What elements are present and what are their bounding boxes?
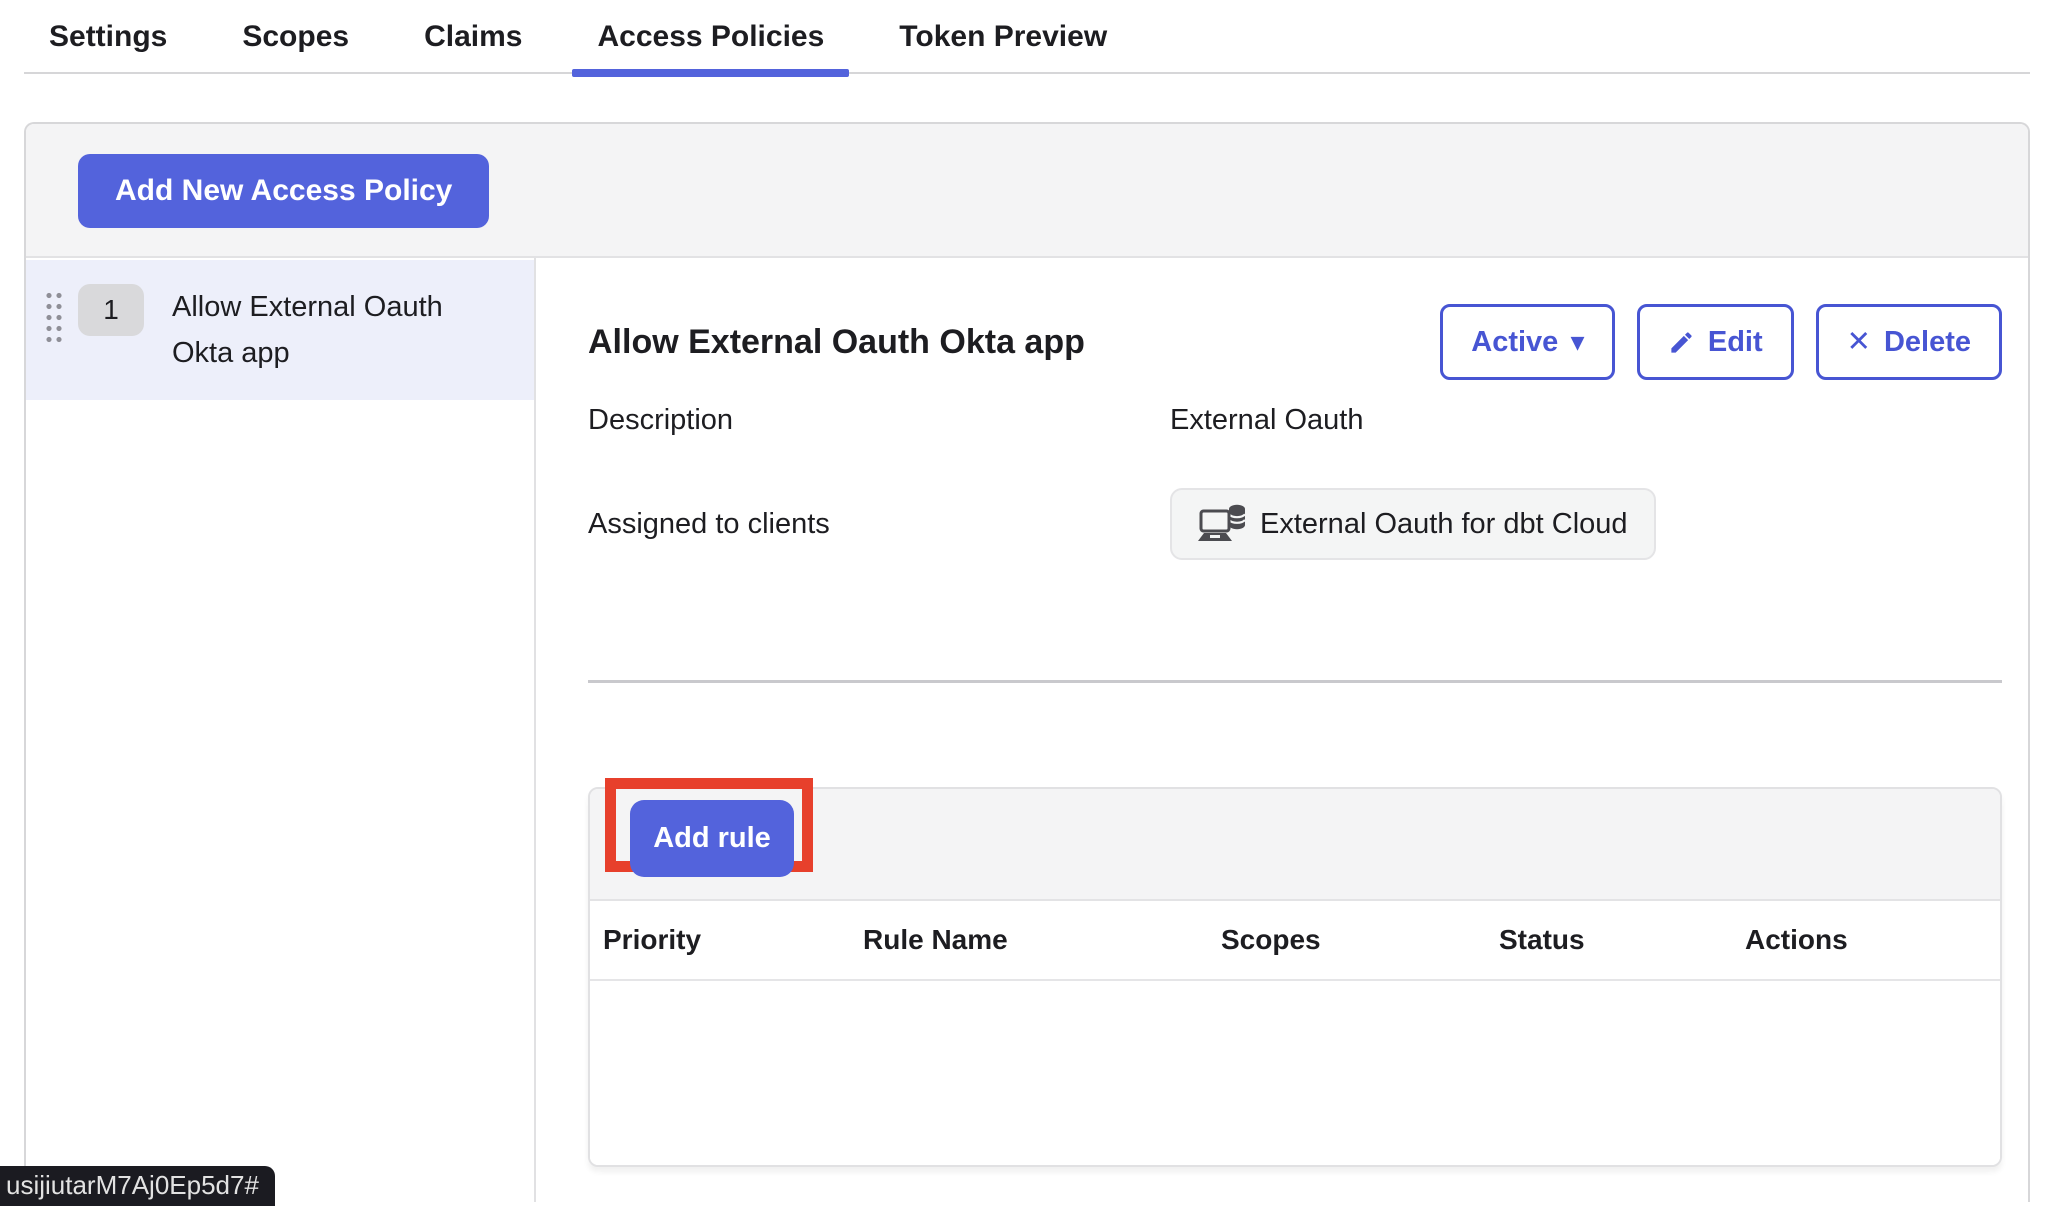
policy-list-sidebar: 1 Allow External Oauth Okta app — [26, 258, 536, 1202]
add-new-access-policy-button[interactable]: Add New Access Policy — [78, 154, 489, 228]
section-divider — [588, 680, 2002, 683]
assigned-clients-label: Assigned to clients — [588, 508, 1170, 541]
link-status-tooltip: usijiutarM7Aj0Ep5d7# — [0, 1166, 275, 1206]
column-actions: Actions — [1732, 924, 2000, 956]
policy-detail-panel: Allow External Oauth Okta app Active ▾ E… — [536, 258, 2028, 1202]
status-dropdown-label: Active — [1471, 326, 1558, 359]
column-status: Status — [1486, 924, 1732, 956]
column-scopes: Scopes — [1208, 924, 1486, 956]
rules-table-body-empty — [590, 981, 2000, 1165]
tab-scopes[interactable]: Scopes — [217, 0, 374, 72]
policy-action-buttons: Active ▾ Edit ✕ Delete — [1440, 304, 2002, 380]
client-chip-label: External Oauth for dbt Cloud — [1260, 508, 1628, 541]
policy-priority-badge: 1 — [78, 284, 144, 336]
tab-claims[interactable]: Claims — [399, 0, 547, 72]
policy-list-item-name: Allow External Oauth Okta app — [172, 284, 487, 376]
edit-button-label: Edit — [1708, 326, 1763, 359]
access-policies-panel: Add New Access Policy 1 Allow External O… — [24, 122, 2030, 1202]
client-app-icon — [1198, 504, 1246, 544]
policies-content: 1 Allow External Oauth Okta app Allow Ex… — [26, 258, 2028, 1202]
tab-bar: Settings Scopes Claims Access Policies T… — [24, 0, 2030, 74]
description-label: Description — [588, 404, 1170, 437]
assigned-clients-row: Assigned to clients External Oauth for d… — [588, 488, 2002, 560]
description-row: Description External Oauth — [588, 400, 2002, 440]
tab-token-preview[interactable]: Token Preview — [874, 0, 1132, 72]
pencil-icon — [1668, 329, 1695, 356]
column-rule-name: Rule Name — [850, 924, 1208, 956]
edit-policy-button[interactable]: Edit — [1637, 304, 1794, 380]
delete-policy-button[interactable]: ✕ Delete — [1816, 304, 2002, 380]
annotation-highlight-box: Add rule — [605, 778, 813, 872]
rules-card: Add rule Priority Rule Name Scopes Statu… — [588, 787, 2002, 1167]
status-dropdown-button[interactable]: Active ▾ — [1440, 304, 1615, 380]
policy-detail-header: Allow External Oauth Okta app Active ▾ E… — [588, 300, 2002, 384]
close-icon: ✕ — [1847, 328, 1871, 357]
description-value: External Oauth — [1170, 404, 1363, 437]
policy-title: Allow External Oauth Okta app — [588, 323, 1085, 362]
rules-table-header: Priority Rule Name Scopes Status Actions — [590, 901, 2000, 981]
chevron-down-icon: ▾ — [1571, 330, 1584, 355]
tab-settings[interactable]: Settings — [24, 0, 192, 72]
column-priority: Priority — [590, 924, 850, 956]
tab-access-policies[interactable]: Access Policies — [572, 0, 849, 72]
delete-button-label: Delete — [1884, 326, 1971, 359]
client-chip[interactable]: External Oauth for dbt Cloud — [1170, 488, 1656, 560]
policies-toolbar: Add New Access Policy — [26, 124, 2028, 258]
policy-list-item[interactable]: 1 Allow External Oauth Okta app — [26, 260, 534, 400]
add-rule-button[interactable]: Add rule — [630, 800, 794, 877]
drag-handle-icon[interactable] — [44, 290, 64, 343]
